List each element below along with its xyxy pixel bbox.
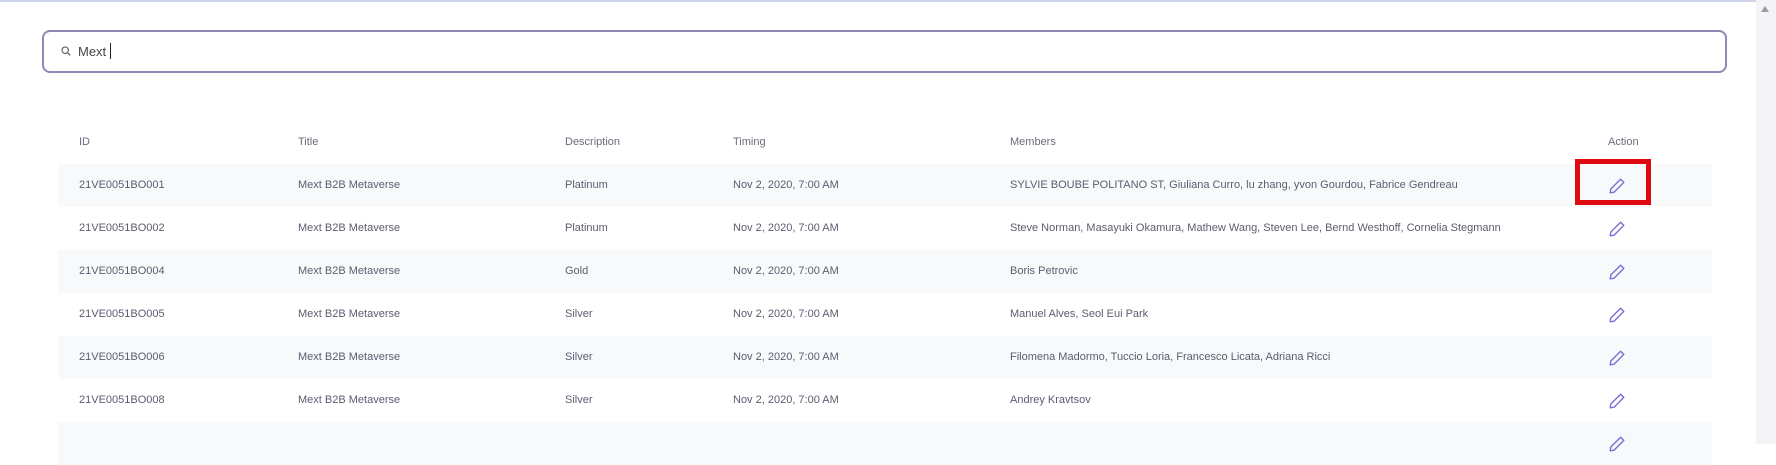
- header-timing: Timing: [733, 136, 766, 148]
- search-field[interactable]: Mext: [42, 30, 1727, 73]
- table-row: 21VE0051BO005 Mext B2B Metaverse Silver Nov…: [58, 293, 1712, 336]
- pencil-edit-icon[interactable]: [1607, 391, 1627, 411]
- table-row: 21VE0051BO002 Mext B2B Metaverse Platinum N…: [58, 207, 1712, 250]
- results-table: ID Title Description Timing Members Acti…: [58, 122, 1712, 465]
- pencil-edit-icon[interactable]: [1607, 262, 1627, 282]
- cell-id: 21VE0051BO002: [79, 222, 165, 234]
- pencil-edit-icon[interactable]: [1607, 305, 1627, 325]
- cell-timing: Nov 2, 2020, 7:00 AM: [733, 179, 839, 191]
- cell-description: Gold: [565, 265, 589, 277]
- cell-timing: Nov 2, 2020, 7:00 AM: [733, 222, 839, 234]
- vertical-scrollbar[interactable]: [1756, 0, 1776, 444]
- cell-description: Silver: [565, 351, 593, 363]
- header-title: Title: [298, 136, 319, 148]
- table-header: ID Title Description Timing Members Acti…: [58, 122, 1712, 164]
- table-row: 21VE0051BO006 Mext B2B Metaverse Silver Nov…: [58, 336, 1712, 379]
- cell-description: Platinum: [565, 222, 608, 234]
- cell-description: Silver: [565, 394, 593, 406]
- header-id: ID: [79, 136, 90, 148]
- cell-members: SYLVIE BOUBE POLITANO ST, Giuliana Curro…: [1010, 179, 1458, 191]
- pencil-edit-icon[interactable]: [1607, 348, 1627, 368]
- highlight-box: [1575, 159, 1651, 205]
- cell-members: Filomena Madormo, Tuccio Loria, Francesc…: [1010, 351, 1331, 363]
- cell-description: Silver: [565, 308, 593, 320]
- top-border: [0, 0, 1756, 2]
- cell-members: Manuel Alves, Seol Eui Park: [1010, 308, 1149, 320]
- cell-timing: Nov 2, 2020, 7:00 AM: [733, 308, 839, 320]
- cell-title: Mext B2B Metaverse: [298, 179, 401, 191]
- header-members: Members: [1010, 136, 1056, 148]
- table-body: 21VE0051BO001 Mext B2B Metaverse Platinum N…: [58, 164, 1712, 465]
- pencil-edit-icon[interactable]: [1607, 219, 1627, 239]
- search-input[interactable]: Mext: [78, 44, 106, 59]
- cell-timing: Nov 2, 2020, 7:00 AM: [733, 265, 839, 277]
- cell-id: 21VE0051BO001: [79, 179, 165, 191]
- text-caret: [110, 43, 111, 59]
- search-icon: [61, 46, 71, 56]
- cell-description: Platinum: [565, 179, 608, 191]
- cell-title: Mext B2B Metaverse: [298, 308, 401, 320]
- cell-title: Mext B2B Metaverse: [298, 394, 401, 406]
- header-action: Action: [1608, 136, 1639, 148]
- cell-title: Mext B2B Metaverse: [298, 265, 401, 277]
- cell-title: Mext B2B Metaverse: [298, 222, 401, 234]
- cell-timing: Nov 2, 2020, 7:00 AM: [733, 394, 839, 406]
- pencil-edit-icon[interactable]: [1607, 434, 1627, 454]
- scroll-up-arrow-icon[interactable]: [1761, 6, 1769, 12]
- header-description: Description: [565, 136, 621, 148]
- table-row: 21VE0051BO001 Mext B2B Metaverse Platinum N…: [58, 164, 1712, 207]
- cell-id: 21VE0051BO004: [79, 265, 165, 277]
- cell-timing: Nov 2, 2020, 7:00 AM: [733, 351, 839, 363]
- cell-id: 21VE0051BO006: [79, 351, 165, 363]
- cell-id: 21VE0051BO005: [79, 308, 165, 320]
- cell-title: Mext B2B Metaverse: [298, 351, 401, 363]
- cell-members: Boris Petrovic: [1010, 265, 1078, 277]
- table-row: 21VE0051BO008 Mext B2B Metaverse Silver Nov…: [58, 379, 1712, 422]
- cell-members: Andrey Kravtsov: [1010, 394, 1091, 406]
- table-row: 21VE0051BO004 Mext B2B Metaverse Gold Nov 2…: [58, 250, 1712, 293]
- cell-members: Steve Norman, Masayuki Okamura, Mathew W…: [1010, 222, 1501, 234]
- cell-id: 21VE0051BO008: [79, 394, 165, 406]
